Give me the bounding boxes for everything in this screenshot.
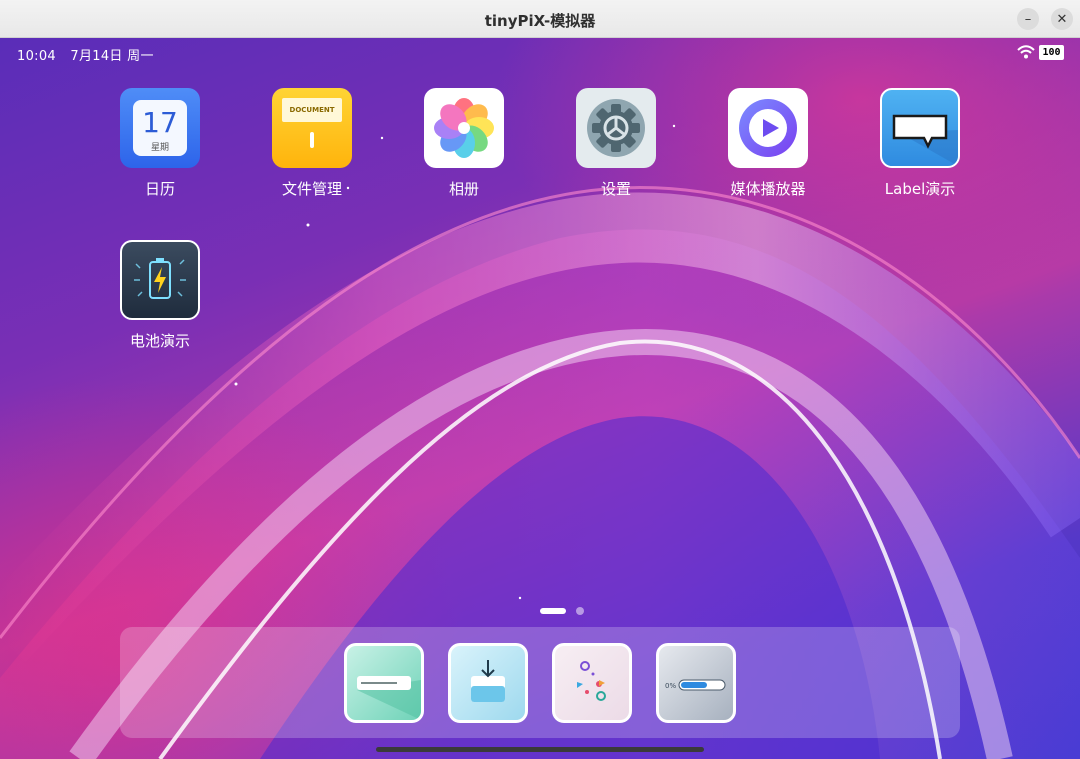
app-label-demo[interactable]: Label演示 <box>865 88 975 199</box>
graph-nodes-icon <box>577 661 606 701</box>
app-media-player[interactable]: 媒体播放器 <box>713 88 823 199</box>
app-label: Label演示 <box>884 180 956 198</box>
calendar-weekday: 星期 <box>150 143 169 153</box>
progress-label: 0% <box>665 682 676 690</box>
app-calendar[interactable]: 17 星期 日历 <box>105 88 215 199</box>
app-label: 电池演示 <box>129 332 190 350</box>
photos-flower-icon <box>424 88 504 168</box>
folder-document-icon: DOCUMENT <box>272 88 352 168</box>
page-indicator-active[interactable] <box>540 608 566 614</box>
calendar-day: 17 <box>142 106 178 139</box>
window-title: tinyPiX-模拟器 <box>484 12 596 30</box>
app-label: 媒体播放器 <box>730 180 806 198</box>
status-time: 10:04 <box>17 49 56 64</box>
calendar-icon: 17 星期 <box>120 88 200 168</box>
dock-progress-app[interactable]: 0% <box>656 643 736 723</box>
minimize-button[interactable]: – <box>1017 8 1039 30</box>
battery-charging-icon <box>120 240 200 320</box>
app-photos[interactable]: 相册 <box>409 88 519 199</box>
window-titlebar: tinyPiX-模拟器 – ✕ <box>0 0 1080 38</box>
battery-indicator: 100 <box>1039 45 1064 60</box>
dock: 0% <box>120 627 960 738</box>
dock-text-field-app[interactable] <box>344 643 424 723</box>
progress-bar-icon: 0% <box>665 679 726 691</box>
app-file-manager[interactable]: DOCUMENT 文件管理 <box>257 88 367 199</box>
app-settings[interactable]: 设置 <box>561 88 671 199</box>
document-tab: DOCUMENT <box>282 98 342 122</box>
wifi-icon <box>1017 45 1035 59</box>
download-tray-icon <box>471 660 505 702</box>
status-date: 7月14日 周一 <box>70 49 154 64</box>
app-label: 日历 <box>144 180 175 198</box>
speech-bubble-icon <box>880 88 960 168</box>
status-clock: 10:04 7月14日 周一 <box>17 45 164 64</box>
text-field-icon <box>357 676 421 720</box>
gear-icon <box>576 88 656 168</box>
emulator-screen: 10:04 7月14日 周一 100 17 星期 日历 DOCUMENT 文件管… <box>0 38 1080 759</box>
dock-download-app[interactable] <box>448 643 528 723</box>
app-label: 文件管理 <box>281 180 342 198</box>
home-indicator[interactable] <box>376 747 704 752</box>
app-label: 设置 <box>600 180 631 198</box>
app-battery-demo[interactable]: 电池演示 <box>105 240 215 351</box>
play-icon <box>728 88 808 168</box>
page-indicator-dot[interactable] <box>576 607 584 615</box>
app-label: 相册 <box>448 180 479 198</box>
dock-graph-app[interactable] <box>552 643 632 723</box>
close-button[interactable]: ✕ <box>1051 8 1073 30</box>
